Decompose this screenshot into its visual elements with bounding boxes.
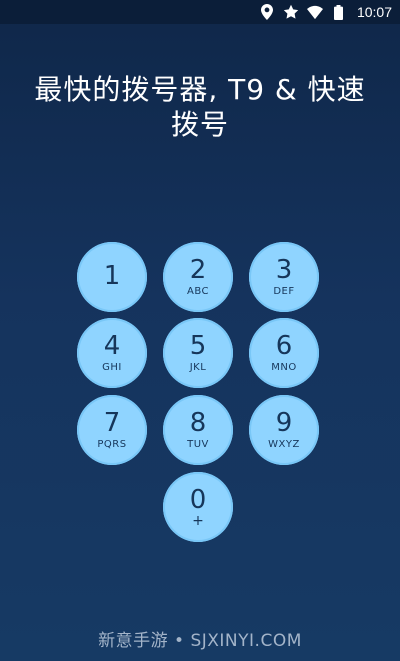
key-letters: WXYZ xyxy=(268,439,300,450)
key-digit: 9 xyxy=(275,408,293,438)
key-digit: 5 xyxy=(189,331,207,361)
key-digit: 3 xyxy=(275,255,293,285)
key-letters: GHI xyxy=(102,362,122,373)
key-9[interactable]: 9 WXYZ xyxy=(249,395,319,465)
key-7[interactable]: 7 PQRS xyxy=(77,395,147,465)
key-digit: 1 xyxy=(103,261,121,291)
key-0[interactable]: 0 + xyxy=(163,472,233,542)
key-digit: 0 xyxy=(189,485,207,515)
key-digit: 2 xyxy=(189,255,207,285)
key-8[interactable]: 8 TUV xyxy=(163,395,233,465)
key-2[interactable]: 2 ABC xyxy=(163,242,233,312)
key-letters: ABC xyxy=(186,286,209,297)
key-letters: TUV xyxy=(187,439,209,450)
key-letters: MNO xyxy=(271,362,297,373)
watermark-text: 新意手游 • SJXINYI.COM xyxy=(98,631,302,651)
key-letters: JKL xyxy=(189,362,207,373)
key-digit: 6 xyxy=(275,331,293,361)
key-plus-label: + xyxy=(192,513,204,529)
key-1[interactable]: 1 xyxy=(77,242,147,312)
key-4[interactable]: 4 GHI xyxy=(77,318,147,388)
key-3[interactable]: 3 DEF xyxy=(249,242,319,312)
key-digit: 7 xyxy=(103,408,121,438)
key-digit: 8 xyxy=(189,408,207,438)
key-6[interactable]: 6 MNO xyxy=(249,318,319,388)
dial-keypad: 1 2 ABC 3 DEF 4 GHI 5 JKL 6 MNO 7 PQRS 8… xyxy=(0,0,400,661)
key-digit: 4 xyxy=(103,331,121,361)
key-5[interactable]: 5 JKL xyxy=(163,318,233,388)
key-letters: PQRS xyxy=(97,439,127,450)
key-letters: DEF xyxy=(273,286,295,297)
